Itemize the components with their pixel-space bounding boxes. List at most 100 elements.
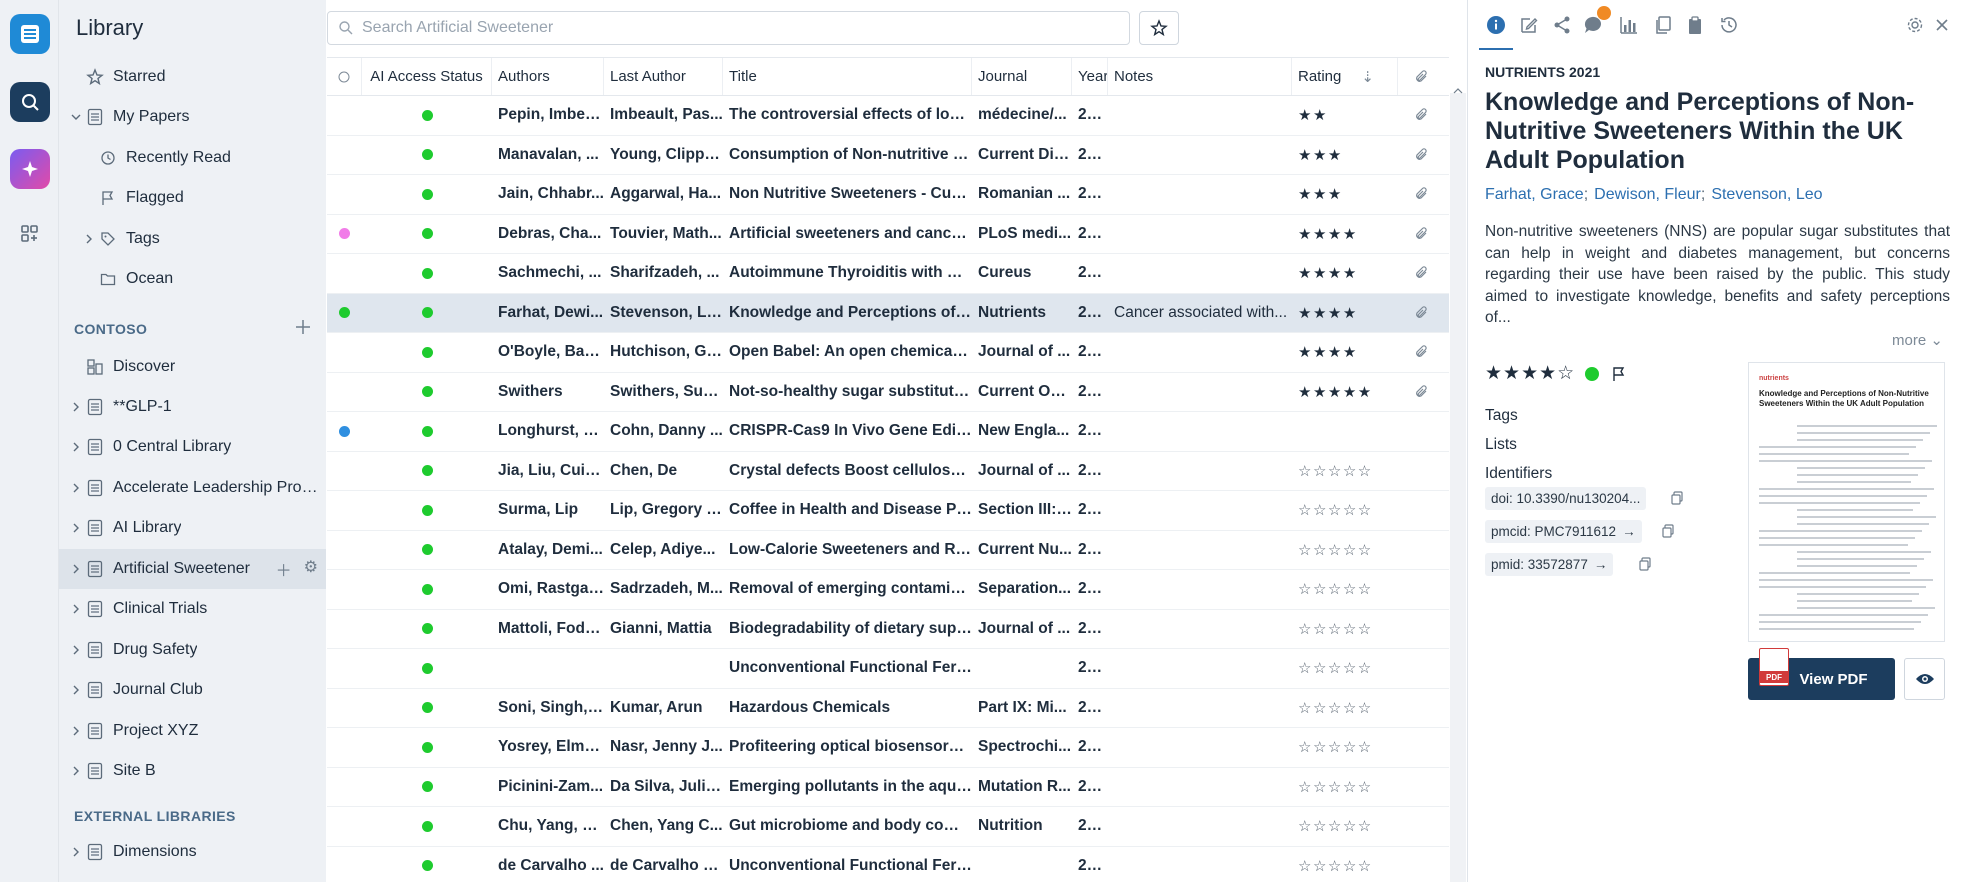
pmid-chip[interactable]: pmid: 33572877 →	[1485, 553, 1614, 576]
sort-icon[interactable]: ⇣	[1361, 68, 1374, 86]
attachment-cell[interactable]	[1398, 136, 1446, 175]
table-row[interactable]: O'Boyle, Ban... Hutchison, Ge... Open Babe…	[327, 333, 1449, 373]
star-rating[interactable]: ☆☆☆☆☆	[1298, 462, 1373, 480]
more-toggle[interactable]: more ⌄	[1892, 331, 1943, 349]
star-rating[interactable]: ★★★★	[1298, 343, 1358, 361]
add-library-icon[interactable]	[294, 318, 312, 341]
row-select[interactable]	[327, 807, 362, 846]
star-rating[interactable]: ☆☆☆☆☆	[1298, 541, 1373, 559]
star-rating[interactable]: ★★★★	[1298, 264, 1358, 282]
attachment-cell[interactable]	[1398, 333, 1446, 372]
chevron-right-icon[interactable]	[70, 482, 82, 494]
clipboard-tab[interactable]	[1684, 14, 1706, 36]
table-row[interactable]: Unconventional Functional Ferm... 2025 ☆☆☆…	[327, 649, 1449, 689]
attachment-cell[interactable]	[1398, 610, 1446, 649]
column-header-year[interactable]: Year	[1072, 58, 1108, 95]
row-select[interactable]	[327, 728, 362, 767]
star-rating[interactable]: ★★★	[1298, 185, 1343, 203]
attachment-cell[interactable]	[1398, 531, 1446, 570]
column-header-rating[interactable]: Rating ⇣	[1292, 58, 1398, 95]
table-row[interactable]: Debras, Cha... Touvier, Math... Artificial…	[327, 215, 1449, 254]
chevron-right-icon[interactable]	[70, 563, 82, 575]
row-select[interactable]	[327, 215, 362, 254]
table-row[interactable]: Atalay, Demi... Celep, Adiye... Low-Calori…	[327, 531, 1449, 570]
pmcid-chip[interactable]: pmcid: PMC7911612 →	[1485, 520, 1642, 543]
notes-cell[interactable]	[1108, 175, 1292, 214]
notes-cell[interactable]	[1108, 570, 1292, 609]
table-row[interactable]: Jia, Liu, Cui, ... Chen, De Crystal defect…	[327, 452, 1449, 491]
sidebar-item-tags[interactable]: Tags	[59, 219, 326, 259]
notes-cell[interactable]	[1108, 96, 1292, 135]
notes-cell[interactable]	[1108, 254, 1292, 293]
row-select[interactable]	[327, 610, 362, 649]
attachment-cell[interactable]	[1398, 373, 1446, 412]
ai-assistant-button[interactable]	[10, 149, 50, 189]
edit-tab[interactable]	[1518, 14, 1540, 36]
sidebar-item-artificial-sweetener[interactable]: Artificial Sweetener ＋ ⚙	[59, 549, 326, 589]
notes-cell[interactable]	[1108, 649, 1292, 688]
notes-cell[interactable]	[1108, 412, 1292, 451]
notes-cell[interactable]	[1108, 452, 1292, 491]
star-rating[interactable]: ☆☆☆☆☆	[1298, 501, 1373, 519]
column-header-authors[interactable]: Authors	[492, 58, 604, 95]
row-select[interactable]	[327, 254, 362, 293]
sidebar-item-ai-library[interactable]: AI Library	[59, 508, 326, 548]
copy-pmcid-icon[interactable]	[1659, 522, 1677, 540]
table-row[interactable]: Picinini-Zam... Da Silva, Julia... Emergin…	[327, 768, 1449, 807]
apps-button[interactable]	[10, 214, 50, 254]
info-tab[interactable]	[1479, 14, 1513, 50]
sidebar-item-project-xyz[interactable]: Project XYZ	[59, 711, 326, 751]
table-row[interactable]: Mattoli, Foda... Gianni, Mattia Biodegrada…	[327, 610, 1449, 649]
pdf-thumbnail[interactable]: nutrients Knowledge and Perceptions of N…	[1748, 362, 1945, 642]
chevron-right-icon[interactable]	[70, 644, 82, 656]
column-header-ai-status[interactable]: AI Access Status	[362, 58, 492, 95]
star-rating[interactable]: ★★★	[1298, 146, 1343, 164]
vertical-scrollbar[interactable]	[1450, 88, 1466, 882]
chevron-right-icon[interactable]	[70, 603, 82, 615]
attachment-cell[interactable]	[1398, 847, 1446, 882]
notes-cell[interactable]	[1108, 215, 1292, 254]
row-select[interactable]	[327, 570, 362, 609]
star-rating[interactable]: ★★★★☆	[1485, 362, 1575, 385]
star-rating[interactable]: ★★★★★	[1298, 383, 1373, 401]
notes-cell[interactable]	[1108, 728, 1292, 767]
copy-tab[interactable]	[1652, 14, 1674, 36]
column-header-notes[interactable]: Notes	[1108, 58, 1292, 95]
table-row[interactable]: Swithers Swithers, Sus... Not-so-healthy s…	[327, 373, 1449, 412]
comments-tab[interactable]	[1582, 6, 1611, 36]
table-row[interactable]: Pepin, Imbea... Imbeault, Pas... The contr…	[327, 96, 1449, 136]
tags-label[interactable]: Tags	[1485, 407, 1518, 425]
row-select[interactable]	[327, 649, 362, 688]
chevron-right-icon[interactable]	[70, 522, 82, 534]
row-select[interactable]	[327, 175, 362, 214]
table-row[interactable]: Surma, Lip Lip, Gregory Y... Coffee in Hea…	[327, 491, 1449, 531]
notes-cell[interactable]	[1108, 136, 1292, 175]
chevron-right-icon[interactable]	[70, 401, 82, 413]
star-rating[interactable]: ☆☆☆☆☆	[1298, 659, 1373, 677]
chevron-right-icon[interactable]	[70, 684, 82, 696]
attachment-cell[interactable]	[1398, 570, 1446, 609]
table-row[interactable]: Chu, Yang, H... Chen, Yang C... Gut microb…	[327, 807, 1449, 847]
star-rating[interactable]: ★★★★	[1298, 304, 1358, 322]
notes-cell[interactable]	[1108, 847, 1292, 882]
sidebar-item-glp-1[interactable]: **GLP-1	[59, 387, 326, 427]
row-select[interactable]	[327, 412, 362, 451]
row-select[interactable]	[327, 452, 362, 491]
copy-pmid-icon[interactable]	[1636, 555, 1654, 573]
attachment-cell[interactable]	[1398, 412, 1446, 451]
attachment-cell[interactable]	[1398, 768, 1446, 807]
chevron-right-icon[interactable]	[70, 765, 82, 777]
doi-chip[interactable]: doi: 10.3390/nu130204...	[1485, 487, 1647, 510]
attachment-cell[interactable]	[1398, 215, 1446, 254]
author-link[interactable]: Stevenson, Leo	[1711, 186, 1822, 203]
attachment-cell[interactable]	[1398, 294, 1446, 333]
sidebar-item-flagged[interactable]: Flagged	[59, 178, 326, 218]
sidebar-item-accelerate-leadership[interactable]: Accelerate Leadership Prog...	[59, 468, 326, 508]
sidebar-item-my-papers[interactable]: My Papers	[59, 97, 326, 137]
notes-cell[interactable]	[1108, 333, 1292, 372]
sidebar-item-journal-club[interactable]: Journal Club	[59, 670, 326, 710]
sidebar-item-site-b[interactable]: Site B	[59, 751, 326, 791]
row-select[interactable]	[327, 333, 362, 372]
row-select[interactable]	[327, 136, 362, 175]
table-row[interactable]: Omi, Rastgar... Sadrzadeh, M... Removal of…	[327, 570, 1449, 610]
